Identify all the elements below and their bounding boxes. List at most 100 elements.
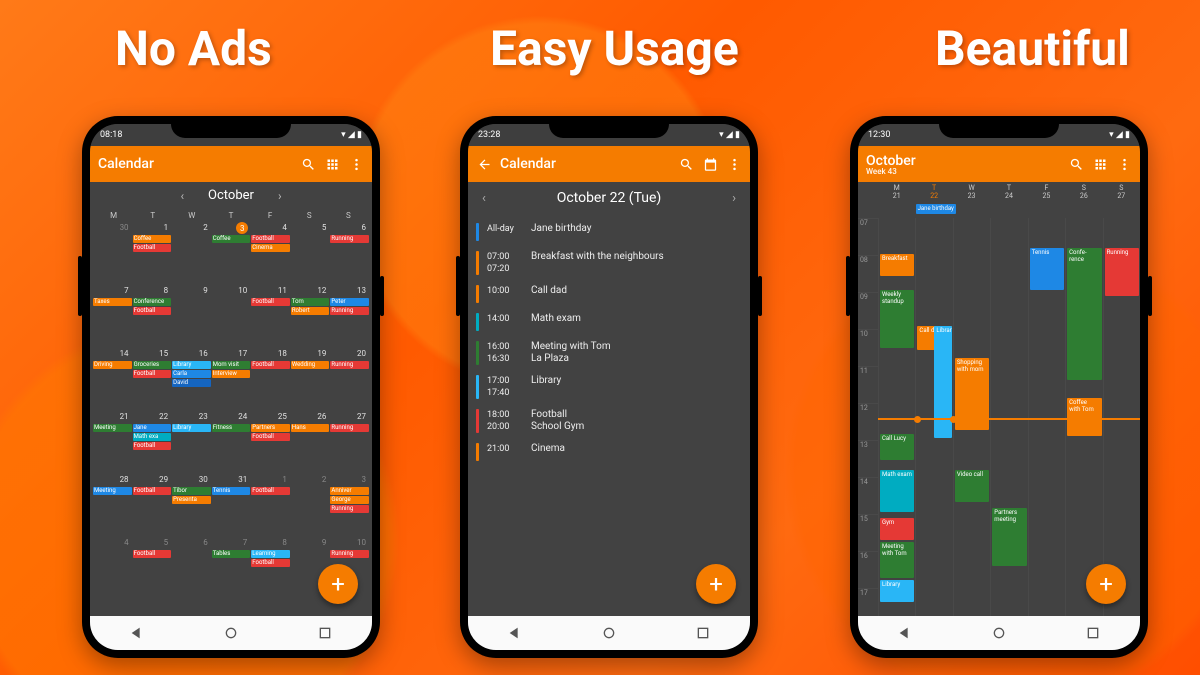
agenda-row[interactable]: 17:0017:40Library bbox=[468, 370, 750, 404]
event-chip[interactable]: Meeting bbox=[93, 487, 132, 495]
event-chip[interactable]: Interview bbox=[212, 370, 251, 378]
month-cell[interactable]: 6 bbox=[172, 537, 211, 599]
month-cell[interactable]: 28Meeting bbox=[93, 474, 132, 536]
month-cell[interactable]: 22JaneMath exaFootball bbox=[133, 411, 172, 473]
grid-icon[interactable] bbox=[1092, 156, 1108, 172]
agenda-row[interactable]: 21:00Cinema bbox=[468, 438, 750, 466]
event-chip[interactable]: Football bbox=[251, 487, 290, 495]
month-cell[interactable]: 13PeterRunning bbox=[330, 285, 369, 347]
today-icon[interactable] bbox=[702, 156, 718, 172]
event-chip[interactable]: George bbox=[330, 496, 369, 504]
event-chip[interactable]: Math exa bbox=[133, 433, 172, 441]
month-cell[interactable]: 24Fitness bbox=[212, 411, 251, 473]
event-chip[interactable]: Presenta bbox=[172, 496, 211, 504]
month-cell[interactable]: 12TomRobert bbox=[291, 285, 330, 347]
month-cell[interactable]: 4FootballCinema bbox=[251, 222, 290, 284]
more-icon[interactable] bbox=[726, 156, 742, 172]
month-cell[interactable]: 2 bbox=[291, 474, 330, 536]
week-event[interactable]: Library bbox=[880, 580, 914, 602]
week-dow[interactable]: S26 bbox=[1065, 184, 1102, 200]
event-chip[interactable]: Football bbox=[133, 370, 172, 378]
event-chip[interactable]: Tennis bbox=[212, 487, 251, 495]
month-cell[interactable]: 3Coffee bbox=[212, 222, 251, 284]
agenda-row[interactable]: 14:00Math exam bbox=[468, 308, 750, 336]
week-event[interactable]: Call Lucy bbox=[880, 434, 914, 460]
week-column[interactable]: Confe-renceCoffee with Tom bbox=[1065, 218, 1102, 616]
month-cell[interactable]: 31Tennis bbox=[212, 474, 251, 536]
prev-day-icon[interactable]: ‹ bbox=[482, 191, 486, 206]
event-chip[interactable]: Anniver bbox=[330, 487, 369, 495]
month-cell[interactable]: 4 bbox=[93, 537, 132, 599]
event-chip[interactable]: Coffee bbox=[212, 235, 251, 243]
agenda-row[interactable]: 07:0007:20Breakfast with the neighbours bbox=[468, 246, 750, 280]
nav-home-icon[interactable] bbox=[223, 625, 239, 641]
prev-month-icon[interactable]: ‹ bbox=[180, 189, 184, 203]
week-event[interactable]: Video call bbox=[955, 470, 989, 502]
event-chip[interactable]: Robert bbox=[291, 307, 330, 315]
week-event[interactable]: Weekly standup bbox=[880, 290, 914, 348]
week-event[interactable]: Library bbox=[934, 326, 951, 438]
week-dow[interactable]: T22 bbox=[915, 184, 952, 200]
fab-add-button[interactable]: + bbox=[696, 564, 736, 604]
month-cell[interactable]: 8ConferenceFootball bbox=[133, 285, 172, 347]
search-icon[interactable] bbox=[678, 156, 694, 172]
back-icon[interactable] bbox=[476, 156, 492, 172]
week-event[interactable]: Gym bbox=[880, 518, 914, 540]
month-cell[interactable]: 11Football bbox=[251, 285, 290, 347]
event-chip[interactable]: Tables bbox=[212, 550, 251, 558]
month-grid[interactable]: 301CoffeeFootball23Coffee4FootballCinema… bbox=[90, 222, 372, 599]
event-chip[interactable]: Carla bbox=[172, 370, 211, 378]
week-column[interactable]: Partners meeting bbox=[990, 218, 1027, 616]
month-cell[interactable]: 14Driving bbox=[93, 348, 132, 410]
event-chip[interactable]: Running bbox=[330, 505, 369, 513]
event-chip[interactable]: Running bbox=[330, 235, 369, 243]
event-chip[interactable]: Coffee bbox=[133, 235, 172, 243]
week-event[interactable]: Tennis bbox=[1030, 248, 1064, 290]
fab-add-button[interactable]: + bbox=[318, 564, 358, 604]
event-chip[interactable]: Football bbox=[133, 244, 172, 252]
agenda-row[interactable]: All-dayJane birthday bbox=[468, 218, 750, 246]
event-chip[interactable]: Partners bbox=[251, 424, 290, 432]
event-chip[interactable]: Hans bbox=[291, 424, 330, 432]
month-cell[interactable]: 29Football bbox=[133, 474, 172, 536]
month-cell[interactable]: 21Meeting bbox=[93, 411, 132, 473]
more-icon[interactable] bbox=[1116, 156, 1132, 172]
week-event[interactable]: Breakfast bbox=[880, 254, 914, 276]
month-cell[interactable]: 20Running bbox=[330, 348, 369, 410]
month-cell[interactable]: 16LibraryCarlaDavid bbox=[172, 348, 211, 410]
event-chip[interactable]: Running bbox=[330, 361, 369, 369]
nav-recent-icon[interactable] bbox=[1085, 625, 1101, 641]
nav-home-icon[interactable] bbox=[991, 625, 1007, 641]
month-cell[interactable]: 8LearningFootball bbox=[251, 537, 290, 599]
month-cell[interactable]: 27Running bbox=[330, 411, 369, 473]
month-cell[interactable]: 1CoffeeFootball bbox=[133, 222, 172, 284]
week-column[interactable]: Running bbox=[1103, 218, 1140, 616]
event-chip[interactable]: Tom bbox=[291, 298, 330, 306]
week-event[interactable]: Partners meeting bbox=[992, 508, 1026, 566]
search-icon[interactable] bbox=[1068, 156, 1084, 172]
agenda-row[interactable]: 10:00Call dad bbox=[468, 280, 750, 308]
month-cell[interactable]: 10 bbox=[212, 285, 251, 347]
fab-add-button[interactable]: + bbox=[1086, 564, 1126, 604]
nav-back-icon[interactable] bbox=[507, 625, 523, 641]
event-chip[interactable]: Football bbox=[251, 235, 290, 243]
event-chip[interactable]: Groceries bbox=[133, 361, 172, 369]
month-cell[interactable]: 23Library bbox=[172, 411, 211, 473]
month-cell[interactable]: 30TiborPresenta bbox=[172, 474, 211, 536]
nav-back-icon[interactable] bbox=[897, 625, 913, 641]
week-dow[interactable]: W23 bbox=[953, 184, 990, 200]
event-chip[interactable]: Meeting bbox=[93, 424, 132, 432]
event-chip[interactable]: Football bbox=[133, 442, 172, 450]
week-body[interactable]: M21T22W23T24F25S26S27 Jane birthday 0708… bbox=[858, 182, 1140, 616]
event-chip[interactable]: Football bbox=[251, 298, 290, 306]
month-cell[interactable]: 25PartnersFootball bbox=[251, 411, 290, 473]
week-event[interactable]: Coffee with Tom bbox=[1067, 398, 1101, 436]
event-chip[interactable]: David bbox=[172, 379, 211, 387]
nav-home-icon[interactable] bbox=[601, 625, 617, 641]
month-cell[interactable]: 15GroceriesFootball bbox=[133, 348, 172, 410]
event-chip[interactable]: Fitness bbox=[212, 424, 251, 432]
event-chip[interactable]: Library bbox=[172, 361, 211, 369]
month-cell[interactable]: 5 bbox=[291, 222, 330, 284]
event-chip[interactable]: Library bbox=[172, 424, 211, 432]
day-body[interactable]: ‹ October 22 (Tue) › All-dayJane birthda… bbox=[468, 182, 750, 616]
